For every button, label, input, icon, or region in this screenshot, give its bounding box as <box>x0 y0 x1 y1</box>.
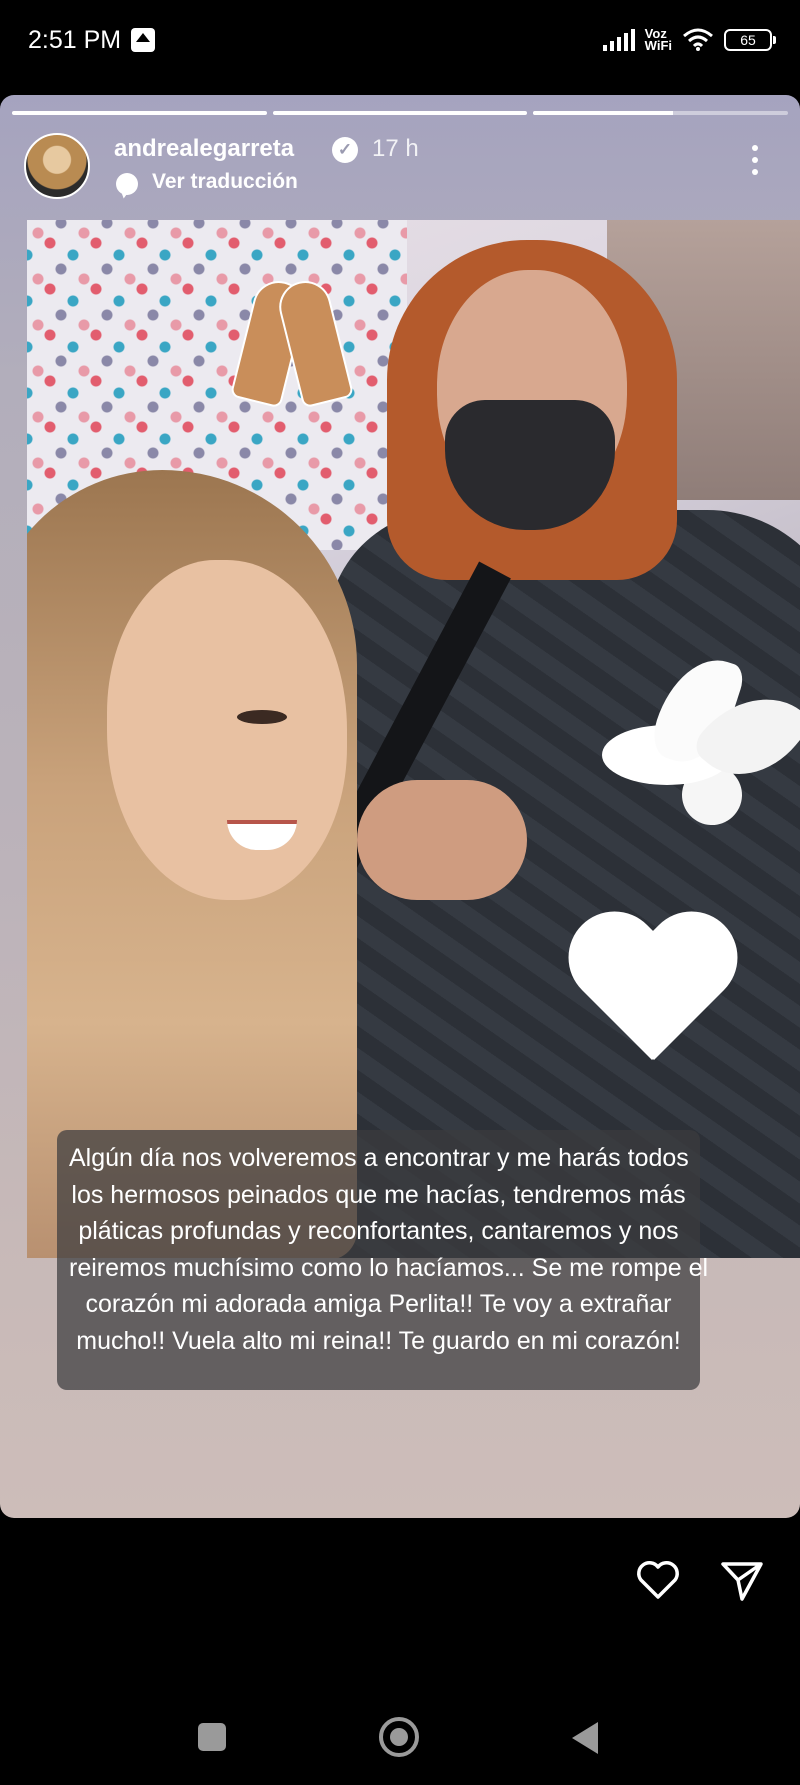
signal-icon <box>602 29 635 51</box>
nav-home-icon[interactable] <box>379 1717 419 1757</box>
system-nav-bar <box>0 1700 800 1785</box>
network-label-wifi: WiFi <box>644 38 672 53</box>
heart-outline-icon[interactable] <box>636 1560 680 1600</box>
post-time: 17 h <box>372 135 419 162</box>
translate-icon[interactable] <box>116 173 138 195</box>
story-progress <box>12 111 789 115</box>
progress-segment <box>533 111 789 115</box>
nav-back-icon[interactable] <box>572 1722 598 1754</box>
story-caption: Algún día nos volveremos a encontrar y m… <box>57 1130 709 1390</box>
story-actions <box>0 1530 800 1630</box>
caption-line: corazón mi adorada amiga Perlita!! Te vo… <box>85 1290 672 1318</box>
more-options-icon[interactable] <box>752 145 758 175</box>
battery-icon: 65 <box>724 29 776 51</box>
dove-icon <box>592 646 800 835</box>
translate-link[interactable]: Ver traducción <box>152 170 298 194</box>
username[interactable]: andrealegarreta <box>114 135 294 163</box>
status-time: 2:51 PM <box>28 25 122 54</box>
nav-recent-icon[interactable] <box>198 1723 226 1751</box>
heart-sticker-icon <box>562 915 742 1085</box>
caption-line: Algún día nos volveremos a encontrar y m… <box>69 1144 689 1172</box>
hand <box>357 780 527 900</box>
caption-line: pláticas profundas y reconfortantes, can… <box>78 1217 679 1245</box>
network-label: Voz WiFi <box>644 27 672 53</box>
caption-line: los hermosos peinados que me hacías, ten… <box>71 1180 686 1209</box>
story-viewer[interactable]: andrealegarreta ✓ 17 h Ver traducción Al… <box>0 95 800 1518</box>
story-photo <box>27 220 800 1258</box>
status-left: 2:51 PM <box>28 25 156 55</box>
status-right: Voz WiFi 65 <box>602 27 776 53</box>
caption-line: mucho!! Vuela alto mi reina!! Te guardo … <box>76 1326 681 1355</box>
status-bar: 2:51 PM Voz WiFi 65 <box>0 0 800 80</box>
progress-segment <box>272 111 528 115</box>
wifi-icon <box>683 28 713 51</box>
story-header: andrealegarreta ✓ 17 h Ver traducción <box>24 133 780 203</box>
send-icon[interactable] <box>720 1560 764 1602</box>
avatar[interactable] <box>24 133 90 199</box>
caption-line: reiremos muchísimo como lo hacíamos... S… <box>69 1253 709 1282</box>
upload-icon <box>131 28 156 52</box>
progress-segment <box>12 111 267 115</box>
verified-icon: ✓ <box>332 137 358 163</box>
pray-icon <box>232 260 352 410</box>
